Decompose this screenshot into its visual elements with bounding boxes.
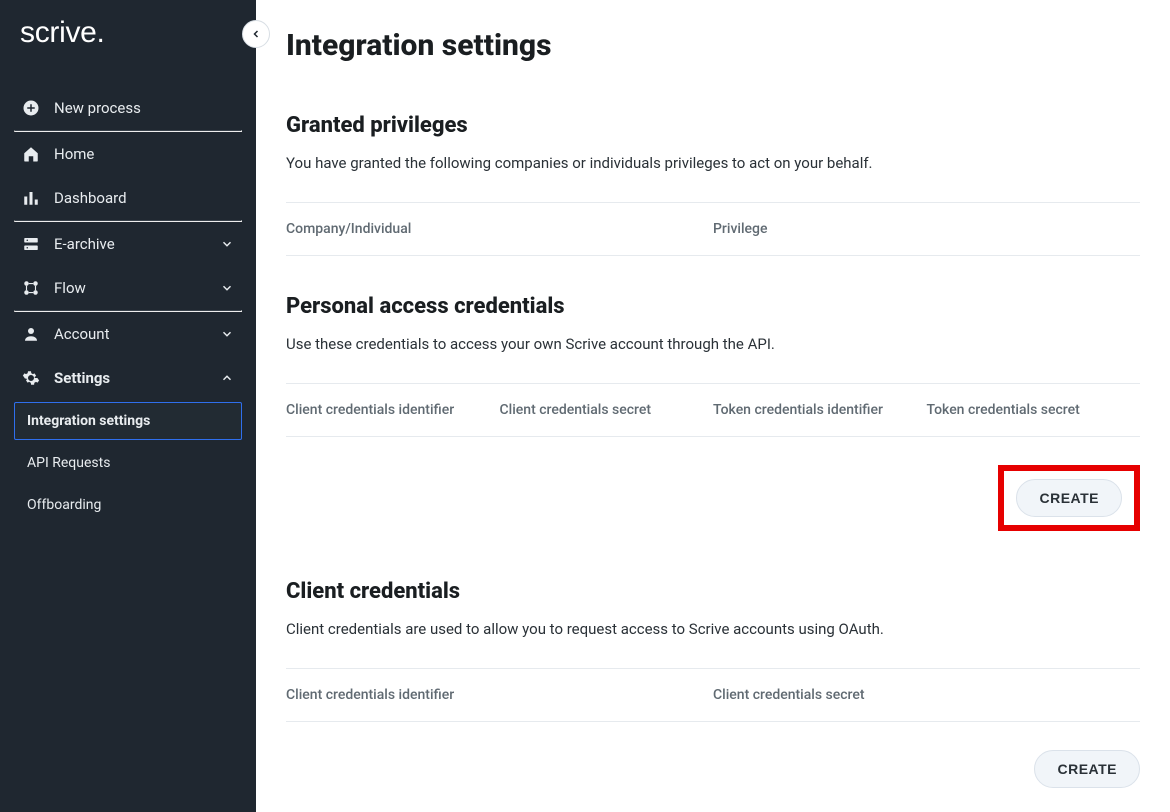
column-header-privilege: Privilege (713, 221, 1140, 237)
sidebar-item-label: New process (54, 99, 234, 117)
logo-text: scrive. (20, 16, 105, 50)
table-header: Client credentials identifier Client cre… (286, 384, 1140, 437)
highlight-annotation: CREATE (998, 465, 1140, 531)
sidebar-item-flow[interactable]: Flow (14, 266, 242, 310)
gear-icon (22, 369, 40, 387)
column-header-client-secret: Client credentials secret (500, 402, 714, 418)
subnav-item-integration-settings[interactable]: Integration settings (14, 402, 242, 440)
section-granted-privileges: Granted privileges You have granted the … (286, 113, 1140, 256)
main-content: Integration settings Granted privileges … (256, 0, 1170, 812)
section-description: You have granted the following companies… (286, 154, 1140, 172)
column-header-company: Company/Individual (286, 221, 713, 237)
chevron-down-icon (220, 327, 234, 341)
chevron-down-icon (220, 237, 234, 251)
table-header: Client credentials identifier Client cre… (286, 669, 1140, 722)
page-title: Integration settings (286, 28, 1140, 63)
section-title: Client credentials (286, 579, 1140, 604)
sidebar-item-label: Settings (54, 369, 206, 387)
flow-icon (22, 279, 40, 297)
sidebar-item-label: Dashboard (54, 189, 234, 207)
subnav-item-offboarding[interactable]: Offboarding (14, 486, 242, 524)
sidebar-item-earchive[interactable]: E-archive (14, 222, 242, 266)
plus-circle-icon (22, 99, 40, 117)
column-header-client-secret: Client credentials secret (713, 687, 1140, 703)
sidebar: scrive. New process Home Dashboard (0, 0, 256, 812)
section-description: Use these credentials to access your own… (286, 335, 1140, 353)
user-icon (22, 325, 40, 343)
sidebar-item-settings[interactable]: Settings (14, 356, 242, 400)
chevron-up-icon (220, 371, 234, 385)
chevron-left-icon (250, 25, 262, 44)
table-header: Company/Individual Privilege (286, 203, 1140, 256)
column-header-client-id: Client credentials identifier (286, 402, 500, 418)
subnav-item-label: Integration settings (27, 413, 150, 429)
client-credentials-table: Client credentials identifier Client cre… (286, 668, 1140, 722)
sidebar-item-label: E-archive (54, 235, 206, 253)
column-header-token-secret: Token credentials secret (927, 402, 1141, 418)
collapse-sidebar-button[interactable] (242, 20, 270, 48)
home-icon (22, 145, 40, 163)
logo: scrive. (0, 0, 256, 62)
subnav-settings: Integration settings API Requests Offboa… (14, 400, 242, 536)
section-personal-credentials: Personal access credentials Use these cr… (286, 294, 1140, 541)
section-title: Granted privileges (286, 113, 1140, 138)
archive-icon (22, 235, 40, 253)
sidebar-item-label: Home (54, 145, 234, 163)
subnav-item-label: API Requests (27, 455, 110, 471)
sidebar-item-home[interactable]: Home (14, 132, 242, 176)
sidebar-nav: New process Home Dashboard E-archive (0, 62, 256, 536)
sidebar-item-new-process[interactable]: New process (14, 86, 242, 130)
section-description: Client credentials are used to allow you… (286, 620, 1140, 638)
subnav-item-label: Offboarding (27, 497, 101, 513)
create-personal-credentials-button[interactable]: CREATE (1016, 479, 1122, 517)
sidebar-item-account[interactable]: Account (14, 312, 242, 356)
chevron-down-icon (220, 281, 234, 295)
create-client-credentials-button[interactable]: CREATE (1034, 750, 1140, 788)
personal-credentials-table: Client credentials identifier Client cre… (286, 383, 1140, 437)
button-row: CREATE (286, 437, 1140, 541)
sidebar-item-dashboard[interactable]: Dashboard (14, 176, 242, 220)
granted-table: Company/Individual Privilege (286, 202, 1140, 256)
subnav-item-api-requests[interactable]: API Requests (14, 444, 242, 482)
sidebar-item-label: Account (54, 325, 206, 343)
button-row: CREATE (286, 722, 1140, 798)
column-header-token-id: Token credentials identifier (713, 402, 927, 418)
section-client-credentials: Client credentials Client credentials ar… (286, 579, 1140, 798)
section-title: Personal access credentials (286, 294, 1140, 319)
sidebar-item-label: Flow (54, 279, 206, 297)
column-header-client-id: Client credentials identifier (286, 687, 713, 703)
bar-chart-icon (22, 189, 40, 207)
